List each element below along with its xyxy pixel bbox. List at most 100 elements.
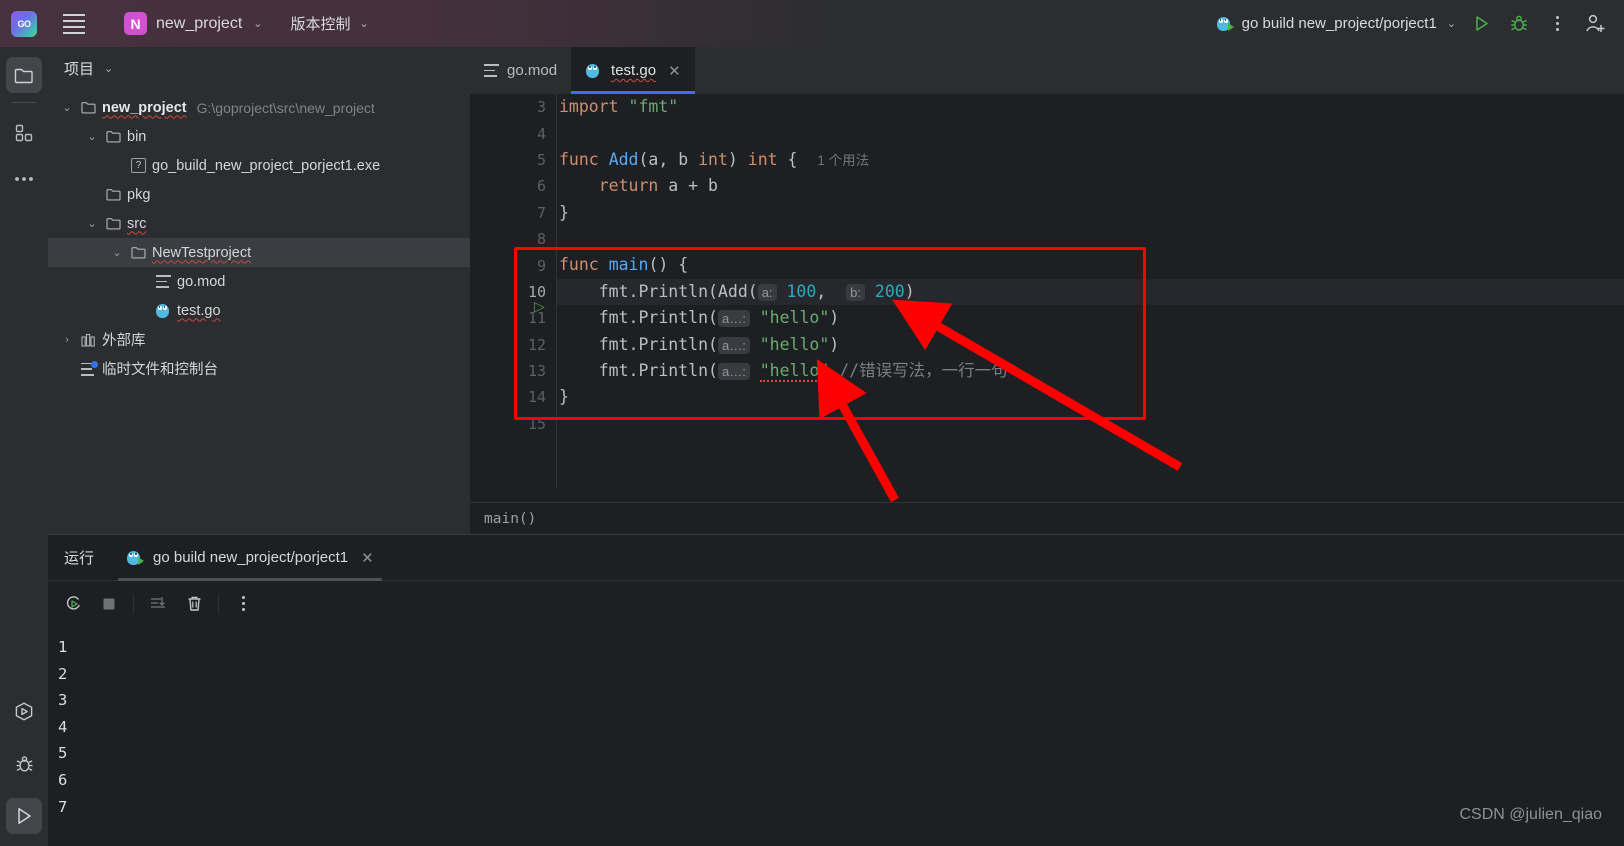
type-int: int <box>698 149 728 169</box>
console-line-1: 1 <box>58 638 68 656</box>
line-number-7[interactable]: 7 <box>470 200 556 226</box>
tree-item--[interactable]: ›临时文件和控制台 <box>48 354 470 383</box>
keyword-import: import <box>559 97 619 116</box>
sidebar-item-project[interactable] <box>6 57 42 93</box>
go-gopher-icon <box>126 550 145 566</box>
tab-label: go.mod <box>507 62 558 79</box>
console-output[interactable]: 1 2 3 4 5 6 7 <box>48 626 1624 820</box>
tree-item-label: 临时文件和控制台 <box>102 362 218 378</box>
run-toolbar <box>48 581 1624 626</box>
chevron-down-icon[interactable]: ⌄ <box>81 217 103 230</box>
folder-icon <box>14 68 33 83</box>
bug-icon <box>16 755 32 771</box>
tree-item-pkg[interactable]: ›pkg <box>48 180 470 209</box>
tree-item-test.go[interactable]: ›test.go <box>48 296 470 325</box>
sidebar-item-more[interactable] <box>6 161 42 197</box>
keyword-func: func <box>559 149 599 169</box>
tree-item-path: G:\goproject\src\new_project <box>196 99 375 116</box>
account-add-button[interactable] <box>1576 5 1614 43</box>
console-line-4: 4 <box>58 717 68 736</box>
project-selector[interactable]: N new_project ⌄ <box>118 9 269 38</box>
trash-icon <box>188 596 200 611</box>
tree-item-label: 外部库 <box>102 333 146 349</box>
run-configuration-label: go build new_project/porject1 <box>1241 15 1437 32</box>
project-tree: ⌄ new_project G:\goproject\src\new_project… <box>48 89 470 383</box>
tree-item-label: src <box>127 215 147 232</box>
library-icon <box>81 333 95 347</box>
annotation-rectangle <box>514 247 1146 420</box>
close-icon[interactable]: ✕ <box>668 62 681 80</box>
clear-all-button[interactable] <box>177 587 211 621</box>
code-line-3: import "fmt" <box>557 94 1624 120</box>
run-more-button[interactable] <box>226 587 260 621</box>
rerun-button[interactable] <box>56 587 90 621</box>
chevron-down-icon[interactable]: ⌄ <box>56 101 78 114</box>
tree-item-src[interactable]: ⌄ src <box>48 209 470 238</box>
return-type-int: int <box>747 149 778 169</box>
project-name-label: new_project <box>156 14 243 32</box>
person-add-icon <box>1586 14 1605 32</box>
tab-label: test.go <box>611 62 657 79</box>
run-tool-window: 运行 go build new_project/porject1 ✕ 1 2 3… <box>48 534 1624 846</box>
func-params: (a, b <box>638 149 699 169</box>
debug-button[interactable] <box>1500 5 1538 43</box>
tree-item-new_project[interactable]: ⌄ new_project G:\goproject\src\new_project <box>48 93 470 122</box>
sidebar-item-services[interactable] <box>6 694 42 730</box>
run-icon <box>18 808 31 824</box>
watermark: CSDN @julien_qiao <box>1459 806 1602 823</box>
close-icon[interactable]: ✕ <box>361 549 374 567</box>
line-number-5[interactable]: 5 <box>470 147 556 173</box>
tree-item-label: pkg <box>127 186 151 203</box>
run-configuration-selector[interactable]: go build new_project/porject1 ⌄ <box>1210 11 1462 36</box>
more-tool-windows-icon <box>15 177 33 181</box>
chevron-down-icon[interactable]: ⌄ <box>81 130 103 143</box>
code-line-5: func Add(a, b int) int { 1 个用法 <box>557 147 1624 173</box>
scroll-to-end-icon <box>151 596 165 608</box>
tree-item-go.mod[interactable]: ›go.mod <box>48 267 470 296</box>
tree-item-go_build_new_project_porject1.exe[interactable]: ›?go_build_new_project_porject1.exe <box>48 151 470 180</box>
folder-icon <box>81 102 96 114</box>
vcs-selector[interactable]: 版本控制 ⌄ <box>291 13 369 34</box>
brace-open: { <box>777 149 798 169</box>
main-menu-button[interactable] <box>54 13 94 34</box>
sidebar-item-debug[interactable] <box>6 746 42 782</box>
run-panel-label: 运行 <box>64 550 95 567</box>
tree-item--[interactable]: › 外部库 <box>48 325 470 354</box>
tab-test-go[interactable]: test.go ✕ <box>571 47 695 94</box>
code-line-7: } <box>557 200 1624 226</box>
usage-hint[interactable]: 1 个用法 <box>817 153 869 168</box>
line-number-4[interactable]: 4 <box>470 120 556 146</box>
tree-item-label: go.mod <box>177 273 226 290</box>
more-actions-button[interactable] <box>1538 5 1576 43</box>
tree-item-newtestproject[interactable]: ⌄ NewTestproject <box>48 238 470 267</box>
vertical-dots-icon <box>1555 16 1559 31</box>
chevron-right-icon[interactable]: › <box>56 334 78 346</box>
tab-go-mod[interactable]: go.mod <box>470 47 571 94</box>
sidebar-item-structure[interactable] <box>6 115 42 151</box>
line-number-3[interactable]: 3 <box>470 94 556 120</box>
tree-item-bin[interactable]: ⌄ bin <box>48 122 470 151</box>
keyword-return: return <box>598 176 659 196</box>
paren-close: ) <box>727 149 748 169</box>
line-number-6[interactable]: 6 <box>470 173 556 199</box>
run-session-tab[interactable]: go build new_project/porject1 ✕ <box>112 535 388 581</box>
project-panel-header[interactable]: 项目 ⌄ <box>48 47 470 89</box>
console-line-2: 2 <box>58 664 68 683</box>
stop-button[interactable] <box>92 587 126 621</box>
tree-item-label: NewTestproject <box>152 244 252 261</box>
breadcrumb[interactable]: main() <box>470 502 1624 534</box>
project-tool-window: 项目 ⌄ ⌄ new_project G:\goproject\src\new_pr… <box>48 47 470 534</box>
mod-file-icon <box>484 64 499 77</box>
unknown-file-icon: ? <box>131 158 146 173</box>
chevron-down-icon: ⌄ <box>359 18 369 30</box>
run-icon <box>1475 16 1488 31</box>
vertical-dots-icon <box>241 596 245 611</box>
console-line-6: 6 <box>58 770 68 789</box>
structure-icon <box>15 124 33 142</box>
sidebar-item-run[interactable] <box>6 798 42 834</box>
run-button[interactable] <box>1462 5 1500 43</box>
go-file-icon <box>155 303 173 319</box>
string-fmt: "fmt" <box>628 97 679 116</box>
chevron-down-icon[interactable]: ⌄ <box>106 246 128 259</box>
scroll-to-end-button[interactable] <box>141 587 175 621</box>
